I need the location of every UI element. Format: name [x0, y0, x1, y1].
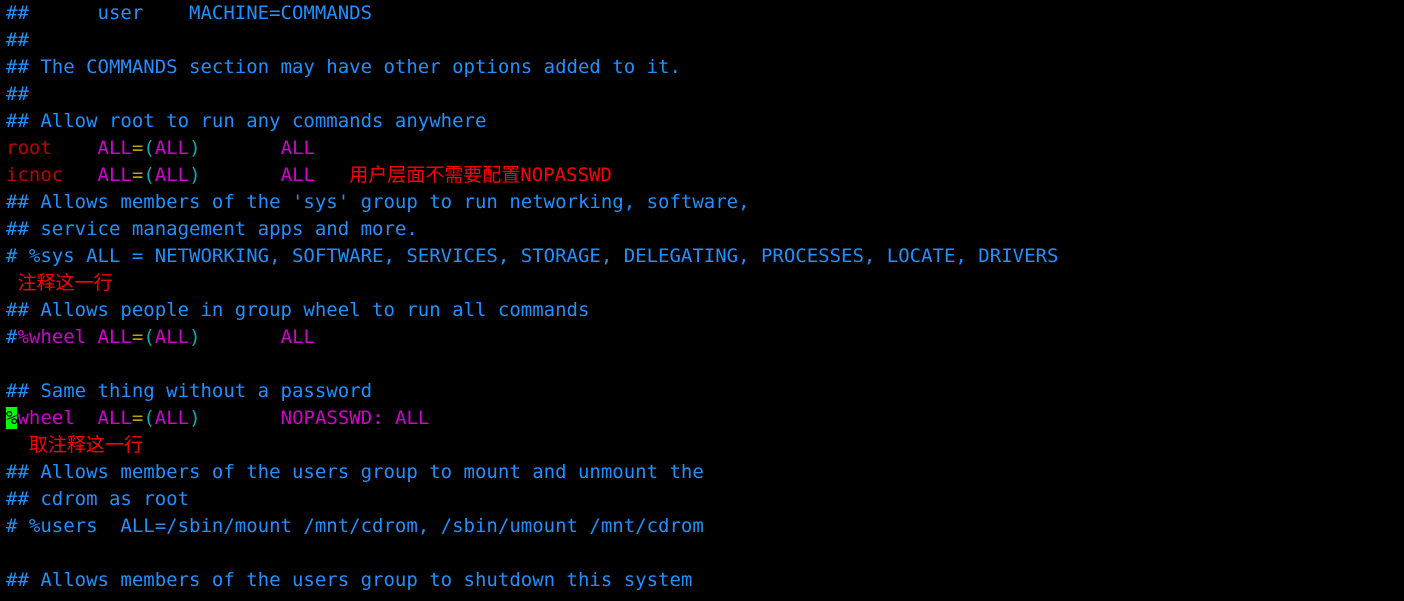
close-paren: ) — [189, 407, 200, 429]
token-all: ALL — [155, 326, 189, 348]
token-all: ALL — [281, 326, 315, 348]
equals-sign: = — [132, 137, 143, 159]
hash-sign: # — [6, 326, 17, 348]
sudoers-rule-wheel-commented: #%wheel ALL=(ALL) ALL — [6, 326, 315, 348]
close-paren: ) — [189, 137, 200, 159]
sudoers-rule-root: root ALL=(ALL) ALL — [6, 137, 315, 159]
token-all: ALL — [155, 137, 189, 159]
comment-line: ## Allows people in group wheel to run a… — [6, 299, 589, 321]
close-paren: ) — [189, 164, 200, 186]
annotation-uncomment-this: 取注释这一行 — [29, 434, 143, 456]
open-paren: ( — [143, 164, 154, 186]
open-paren: ( — [143, 326, 154, 348]
group-wheel: wheel — [17, 407, 97, 429]
user-icnoc: icnoc — [6, 164, 63, 186]
comment-line: # %users ALL=/sbin/mount /mnt/cdrom, /sb… — [6, 515, 704, 537]
open-paren: ( — [143, 407, 154, 429]
token-all: ALL — [155, 164, 189, 186]
user-root: root — [6, 137, 52, 159]
comment-line: ## Allows members of the users group to … — [6, 461, 704, 483]
cursor: % — [6, 407, 17, 429]
token-all: ALL — [98, 407, 132, 429]
token-all: ALL — [281, 164, 315, 186]
equals-sign: = — [132, 164, 143, 186]
token-nopasswd: NOPASSWD: ALL — [281, 407, 430, 429]
comment-line: ## — [6, 29, 29, 51]
comment-line: ## Allow root to run any commands anywhe… — [6, 110, 486, 132]
comment-line: # %sys ALL = NETWORKING, SOFTWARE, SERVI… — [6, 245, 1058, 267]
open-paren: ( — [143, 137, 154, 159]
annotation-comment-this: 注释这一行 — [17, 272, 112, 294]
sudoers-rule-icnoc: icnoc ALL=(ALL) ALL 用户层面不需要配置NOPASSWD — [6, 164, 612, 186]
comment-line: ## The COMMANDS section may have other o… — [6, 56, 681, 78]
comment-line: ## cdrom as root — [6, 488, 189, 510]
comment-line: ## — [6, 83, 29, 105]
comment-line: ## Same thing without a password — [6, 380, 372, 402]
equals-sign: = — [132, 326, 143, 348]
annotation-nopasswd: 用户层面不需要配置NOPASSWD — [349, 164, 612, 186]
terminal-output[interactable]: ## user MACHINE=COMMANDS ## ## The COMMA… — [0, 0, 1404, 594]
comment-line: ## Allows members of the users group to … — [6, 569, 692, 591]
token-all: ALL — [281, 137, 315, 159]
token-all: ALL — [98, 326, 132, 348]
comment-line: ## Allows members of the 'sys' group to … — [6, 191, 750, 213]
token-all: ALL — [98, 137, 132, 159]
sudoers-rule-wheel-nopasswd: %wheel ALL=(ALL) NOPASSWD: ALL — [6, 407, 429, 429]
comment-line: ## service management apps and more. — [6, 218, 418, 240]
annotation-line: 注释这一行 — [6, 272, 112, 294]
equals-sign: = — [132, 407, 143, 429]
token-all: ALL — [98, 164, 132, 186]
close-paren: ) — [189, 326, 200, 348]
group-wheel: %wheel — [17, 326, 97, 348]
annotation-line: 取注释这一行 — [6, 434, 143, 456]
comment-line: ## user MACHINE=COMMANDS — [6, 2, 372, 24]
token-all: ALL — [155, 407, 189, 429]
